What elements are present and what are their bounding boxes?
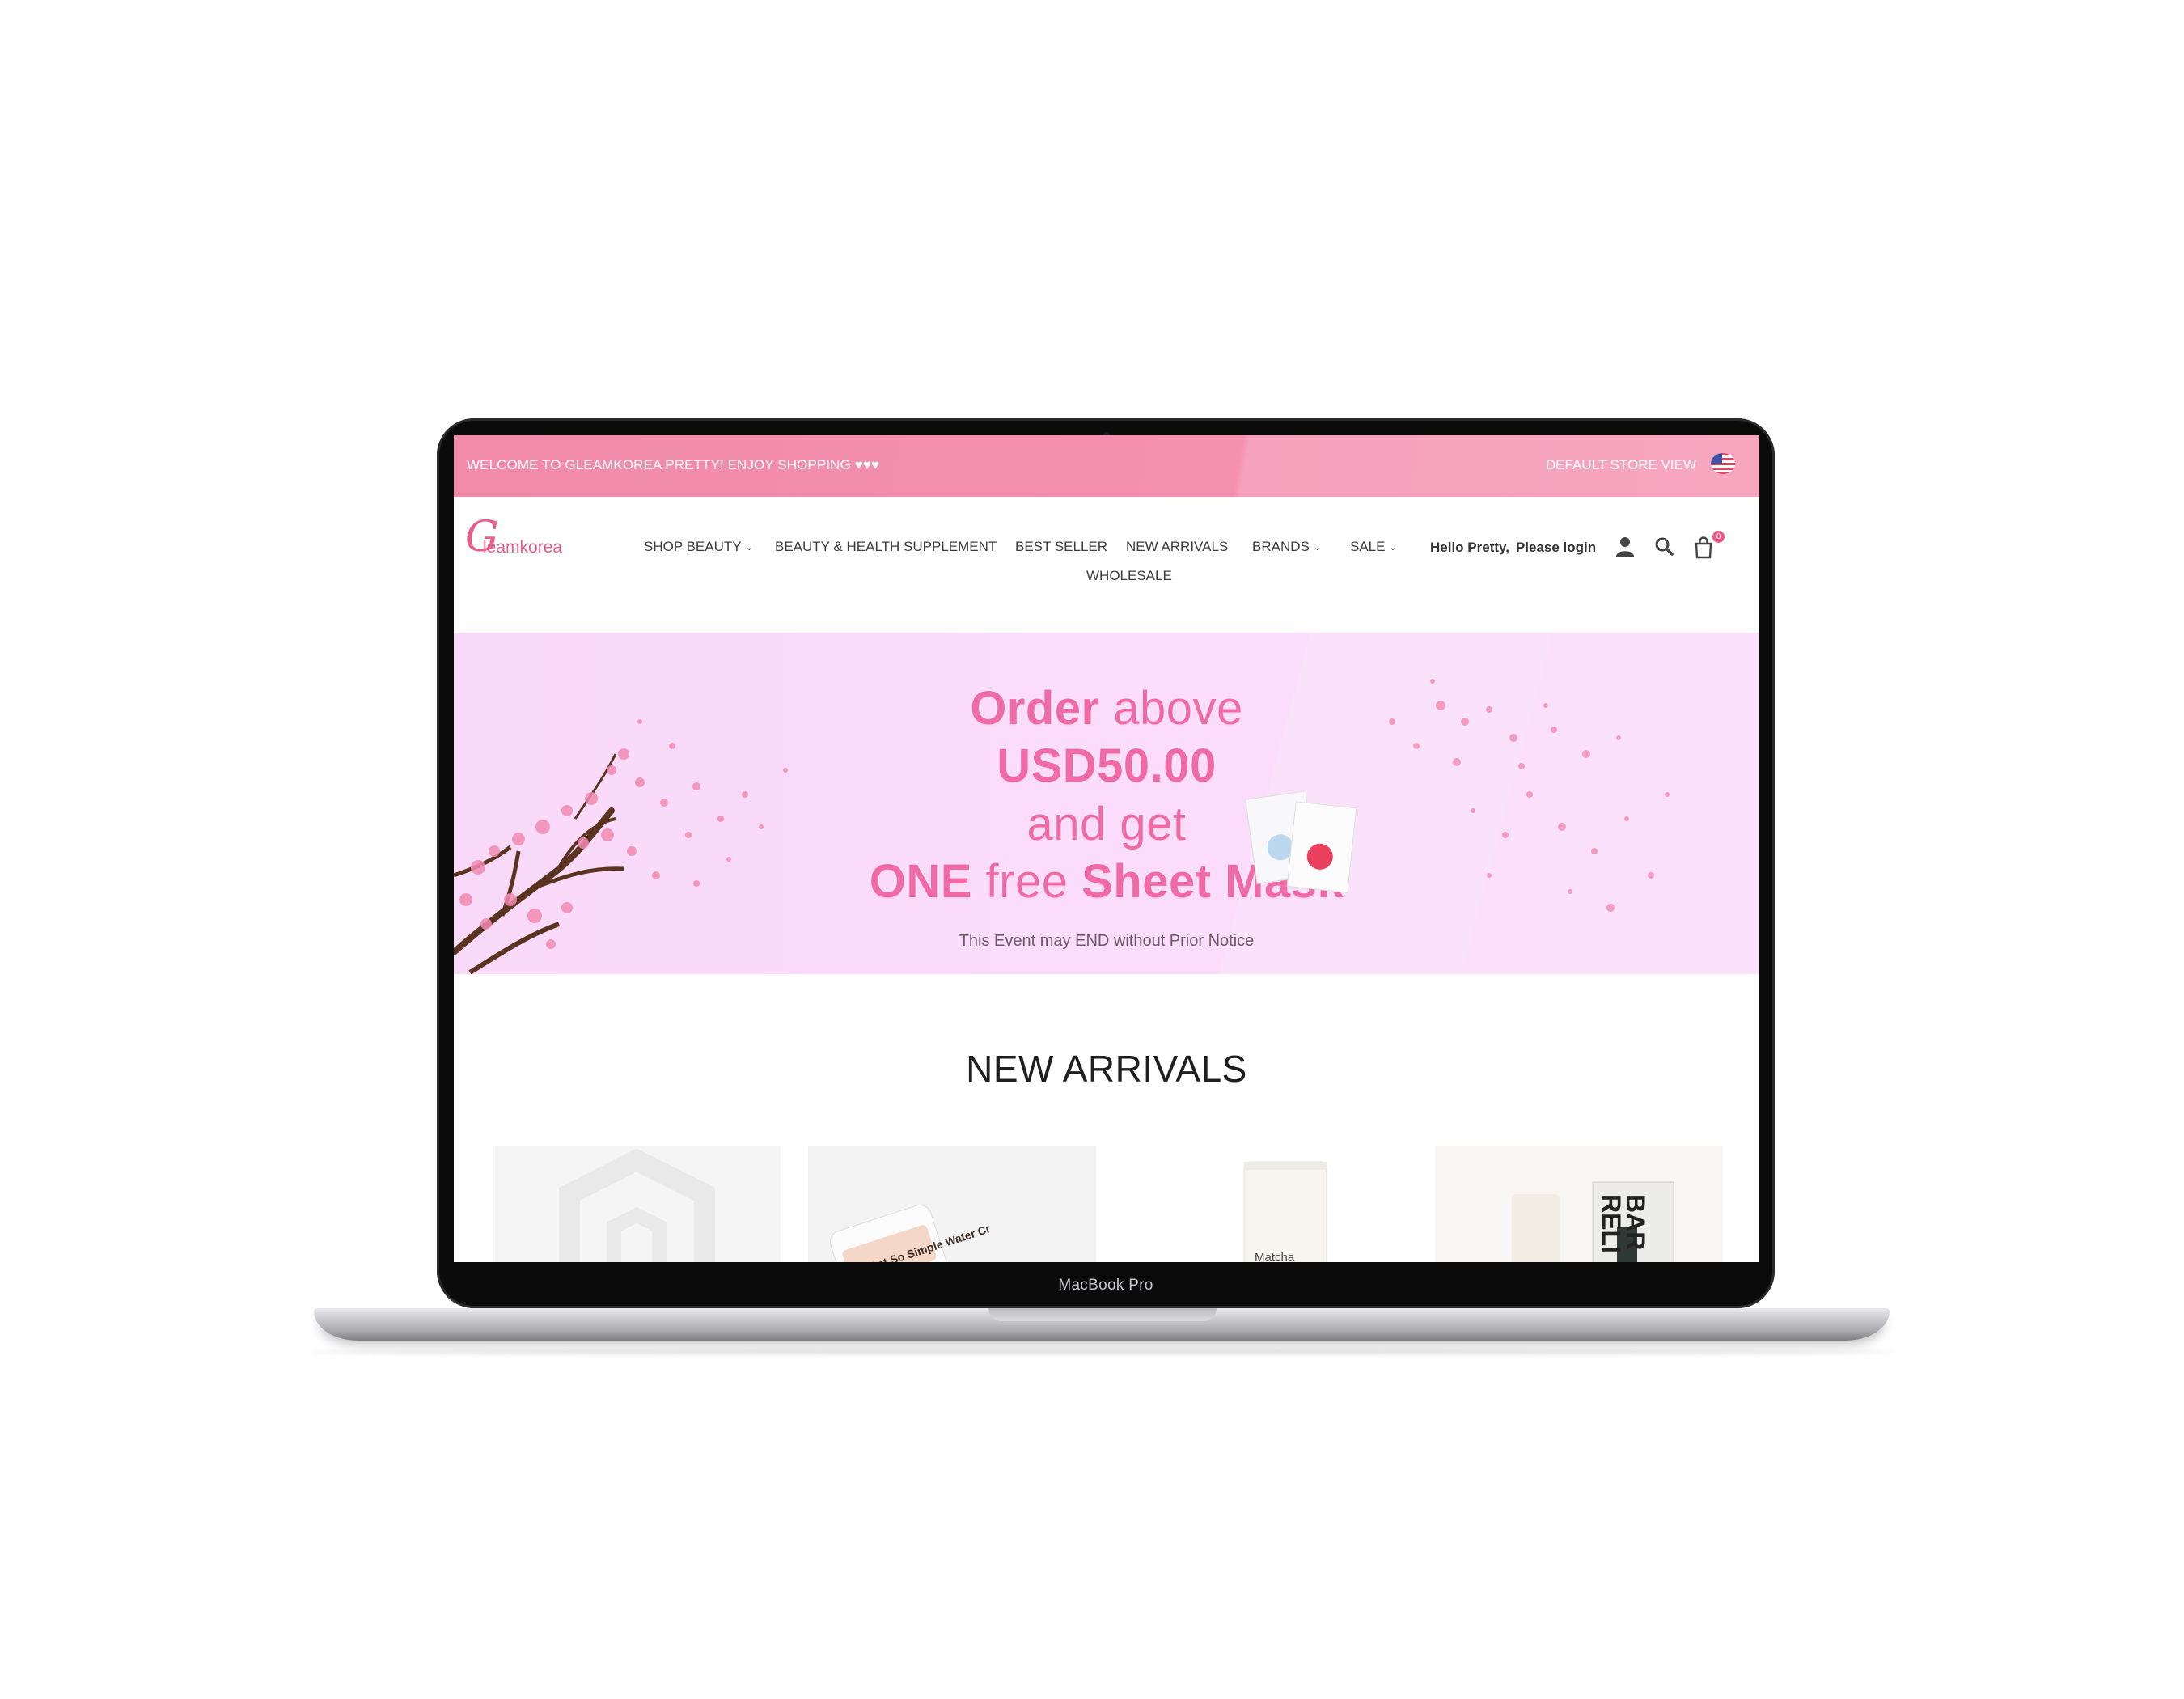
account-greeting: Hello Pretty, Please login bbox=[1430, 540, 1596, 556]
top-bar: WELCOME TO GLEAMKOREA PRETTY! ENJOY SHOP… bbox=[454, 435, 1759, 497]
promo-order: Order bbox=[970, 682, 1100, 735]
chevron-down-icon: ⌄ bbox=[1313, 543, 1322, 553]
promo-amount: USD50.00 bbox=[997, 739, 1217, 792]
search-icon[interactable] bbox=[1654, 536, 1674, 557]
login-link[interactable]: Please login bbox=[1516, 540, 1596, 555]
nav-sale[interactable]: SALE ⌄ bbox=[1350, 539, 1397, 555]
placeholder-logo-icon bbox=[559, 1148, 715, 1262]
promo-text: Order above USD50.00 and get ONE free Sh… bbox=[454, 633, 1759, 974]
product-bar-image bbox=[1512, 1181, 1674, 1262]
cart-count-badge: 0 bbox=[1712, 531, 1725, 543]
chevron-down-icon: ⌄ bbox=[745, 543, 753, 553]
sheet-mask-red bbox=[1286, 801, 1357, 893]
nav-brands-label: BRANDS bbox=[1252, 539, 1310, 554]
product-label: Matcha bbox=[1255, 1251, 1295, 1262]
nav-new-arrivals[interactable]: NEW ARRIVALS bbox=[1126, 539, 1228, 555]
main-nav: SHOP BEAUTY ⌄ BEAUTY & HEALTH SUPPLEMENT … bbox=[454, 497, 1759, 633]
product-card[interactable]: Matcha bbox=[1122, 1146, 1410, 1262]
screen: WELCOME TO GLEAMKOREA PRETTY! ENJOY SHOP… bbox=[454, 435, 1759, 1262]
site-header: G leamkorea SHOP BEAUTY ⌄ BEAUTY & HEALTH… bbox=[454, 497, 1759, 633]
product-card[interactable]: BAR RELI bbox=[1435, 1146, 1723, 1262]
product-label: RELI bbox=[1597, 1194, 1626, 1253]
nav-best-seller[interactable]: BEST SELLER bbox=[1015, 539, 1107, 555]
nav-wholesale[interactable]: WHOLESALE bbox=[1086, 568, 1172, 584]
laptop-notch bbox=[988, 1308, 1217, 1321]
nav-supplement[interactable]: BEAUTY & HEALTH SUPPLEMENT bbox=[775, 539, 997, 555]
promo-line-4: ONE free Sheet Mask bbox=[454, 854, 1759, 909]
device-label: MacBook Pro bbox=[1058, 1277, 1153, 1294]
nav-shop-beauty-label: SHOP BEAUTY bbox=[644, 539, 742, 554]
product-card[interactable]: Oat So Simple Water Cr bbox=[808, 1146, 1096, 1262]
store-view-switcher[interactable]: DEFAULT STORE VIEW bbox=[1546, 457, 1696, 473]
chevron-down-icon: ⌄ bbox=[1389, 543, 1397, 553]
user-icon[interactable] bbox=[1615, 536, 1635, 557]
nav-brands[interactable]: BRANDS ⌄ bbox=[1252, 539, 1321, 555]
promo-one: ONE bbox=[869, 855, 972, 908]
new-arrivals-title: NEW ARRIVALS bbox=[966, 1048, 1247, 1090]
product-tube-image bbox=[1243, 1161, 1327, 1262]
greeting-text: Hello Pretty, bbox=[1430, 540, 1509, 555]
us-flag-icon[interactable] bbox=[1711, 453, 1735, 474]
promo-notice: This Event may END without Prior Notice bbox=[959, 932, 1255, 950]
nav-shop-beauty[interactable]: SHOP BEAUTY ⌄ bbox=[644, 539, 753, 555]
promo-above: above bbox=[1113, 682, 1243, 735]
laptop-shadow bbox=[307, 1349, 1896, 1354]
cart-icon[interactable] bbox=[1693, 536, 1714, 559]
promo-line-1: Order above bbox=[454, 681, 1759, 735]
promo-free: free bbox=[985, 855, 1069, 908]
nav-sale-label: SALE bbox=[1350, 539, 1386, 554]
welcome-message: WELCOME TO GLEAMKOREA PRETTY! ENJOY SHOP… bbox=[467, 457, 880, 472]
product-card[interactable] bbox=[493, 1146, 781, 1262]
promo-banner[interactable]: Order above USD50.00 and get ONE free Sh… bbox=[454, 633, 1759, 974]
promo-line-3: and get bbox=[1026, 798, 1187, 850]
